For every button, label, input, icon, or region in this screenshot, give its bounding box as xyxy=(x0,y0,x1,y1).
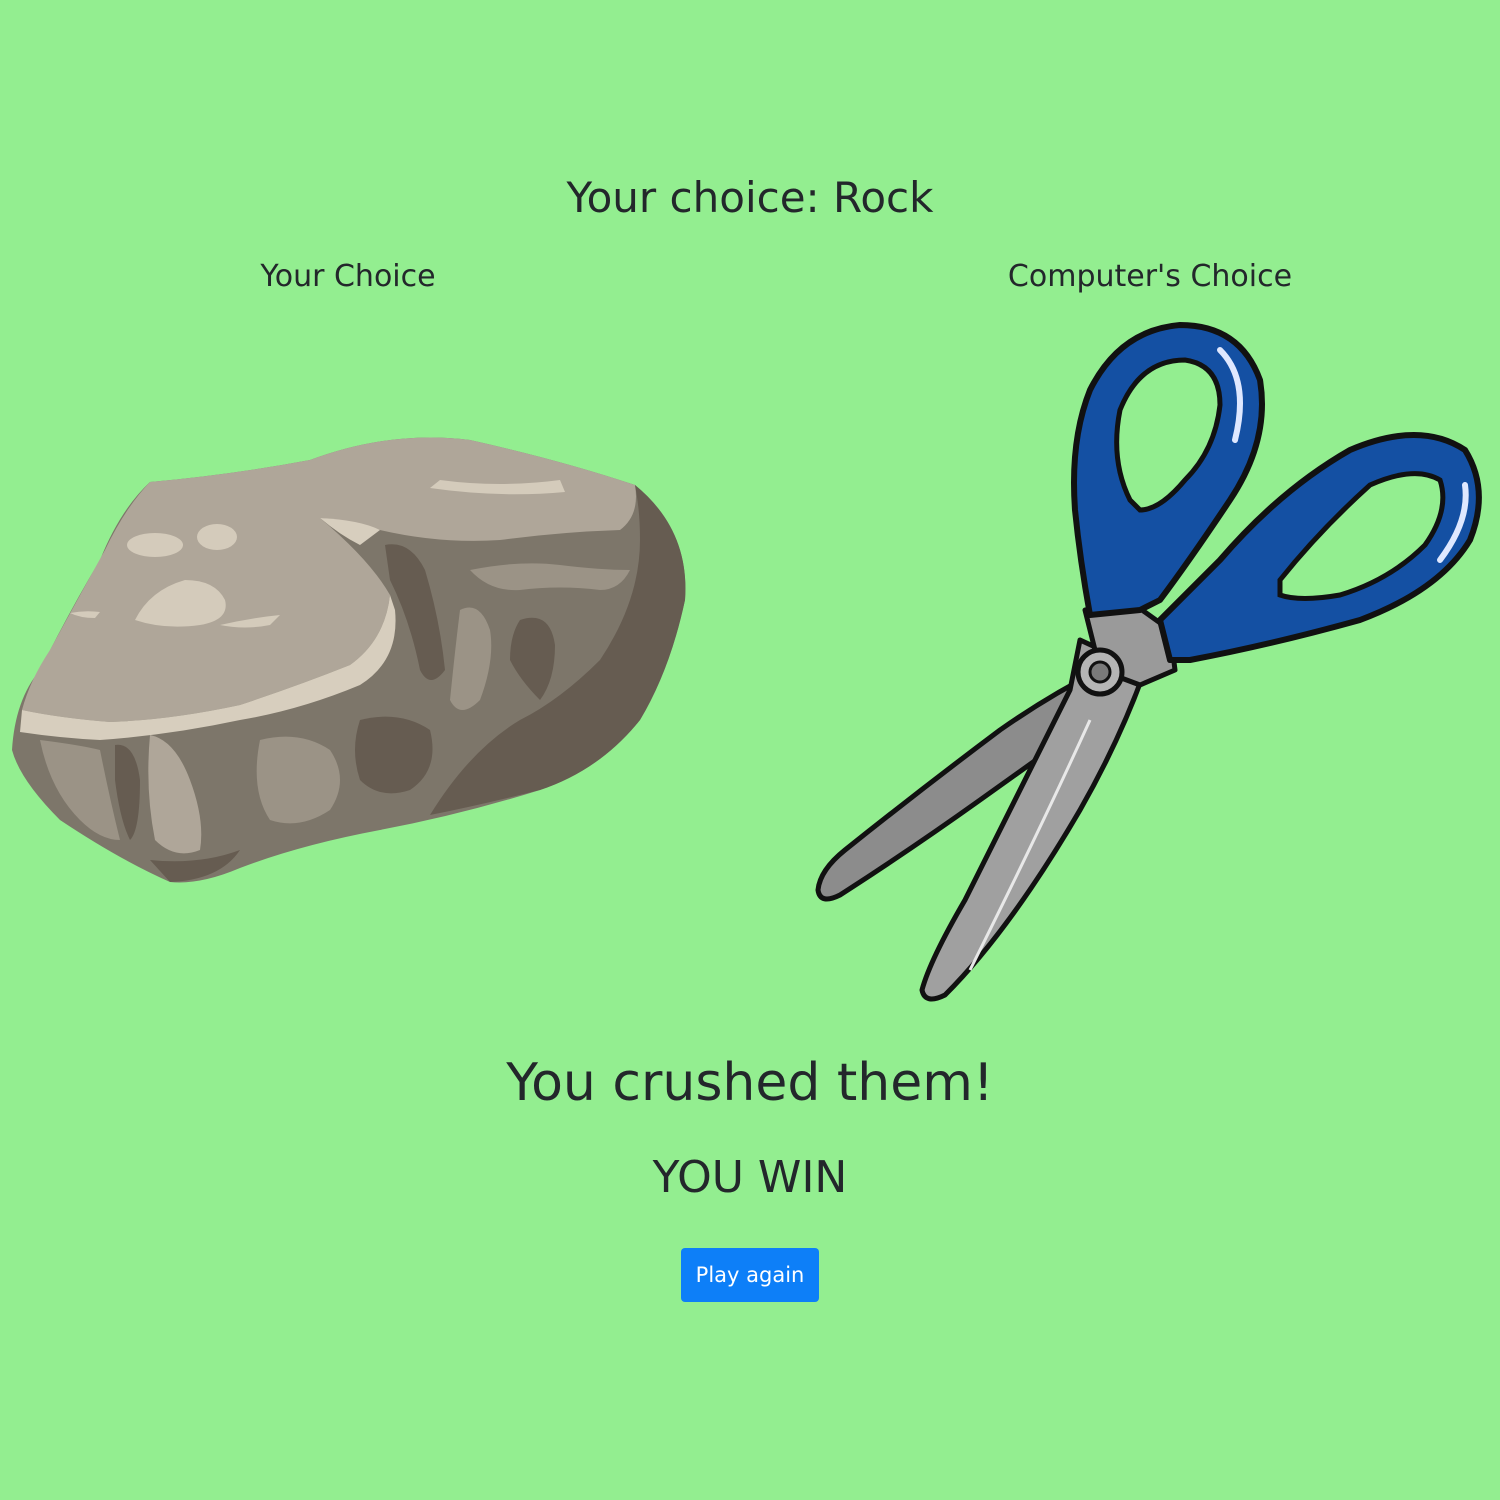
choice-headline: Your choice: Rock xyxy=(566,173,934,222)
player-choice-label: Your Choice xyxy=(260,259,436,294)
scissors-icon xyxy=(815,322,1482,1002)
rock-icon xyxy=(12,437,686,883)
result-message: You crushed them! xyxy=(506,1053,994,1113)
play-again-button[interactable]: Play again xyxy=(681,1248,819,1302)
computer-choice-label: Computer's Choice xyxy=(1007,259,1293,294)
outcome-text: YOU WIN xyxy=(652,1152,848,1203)
